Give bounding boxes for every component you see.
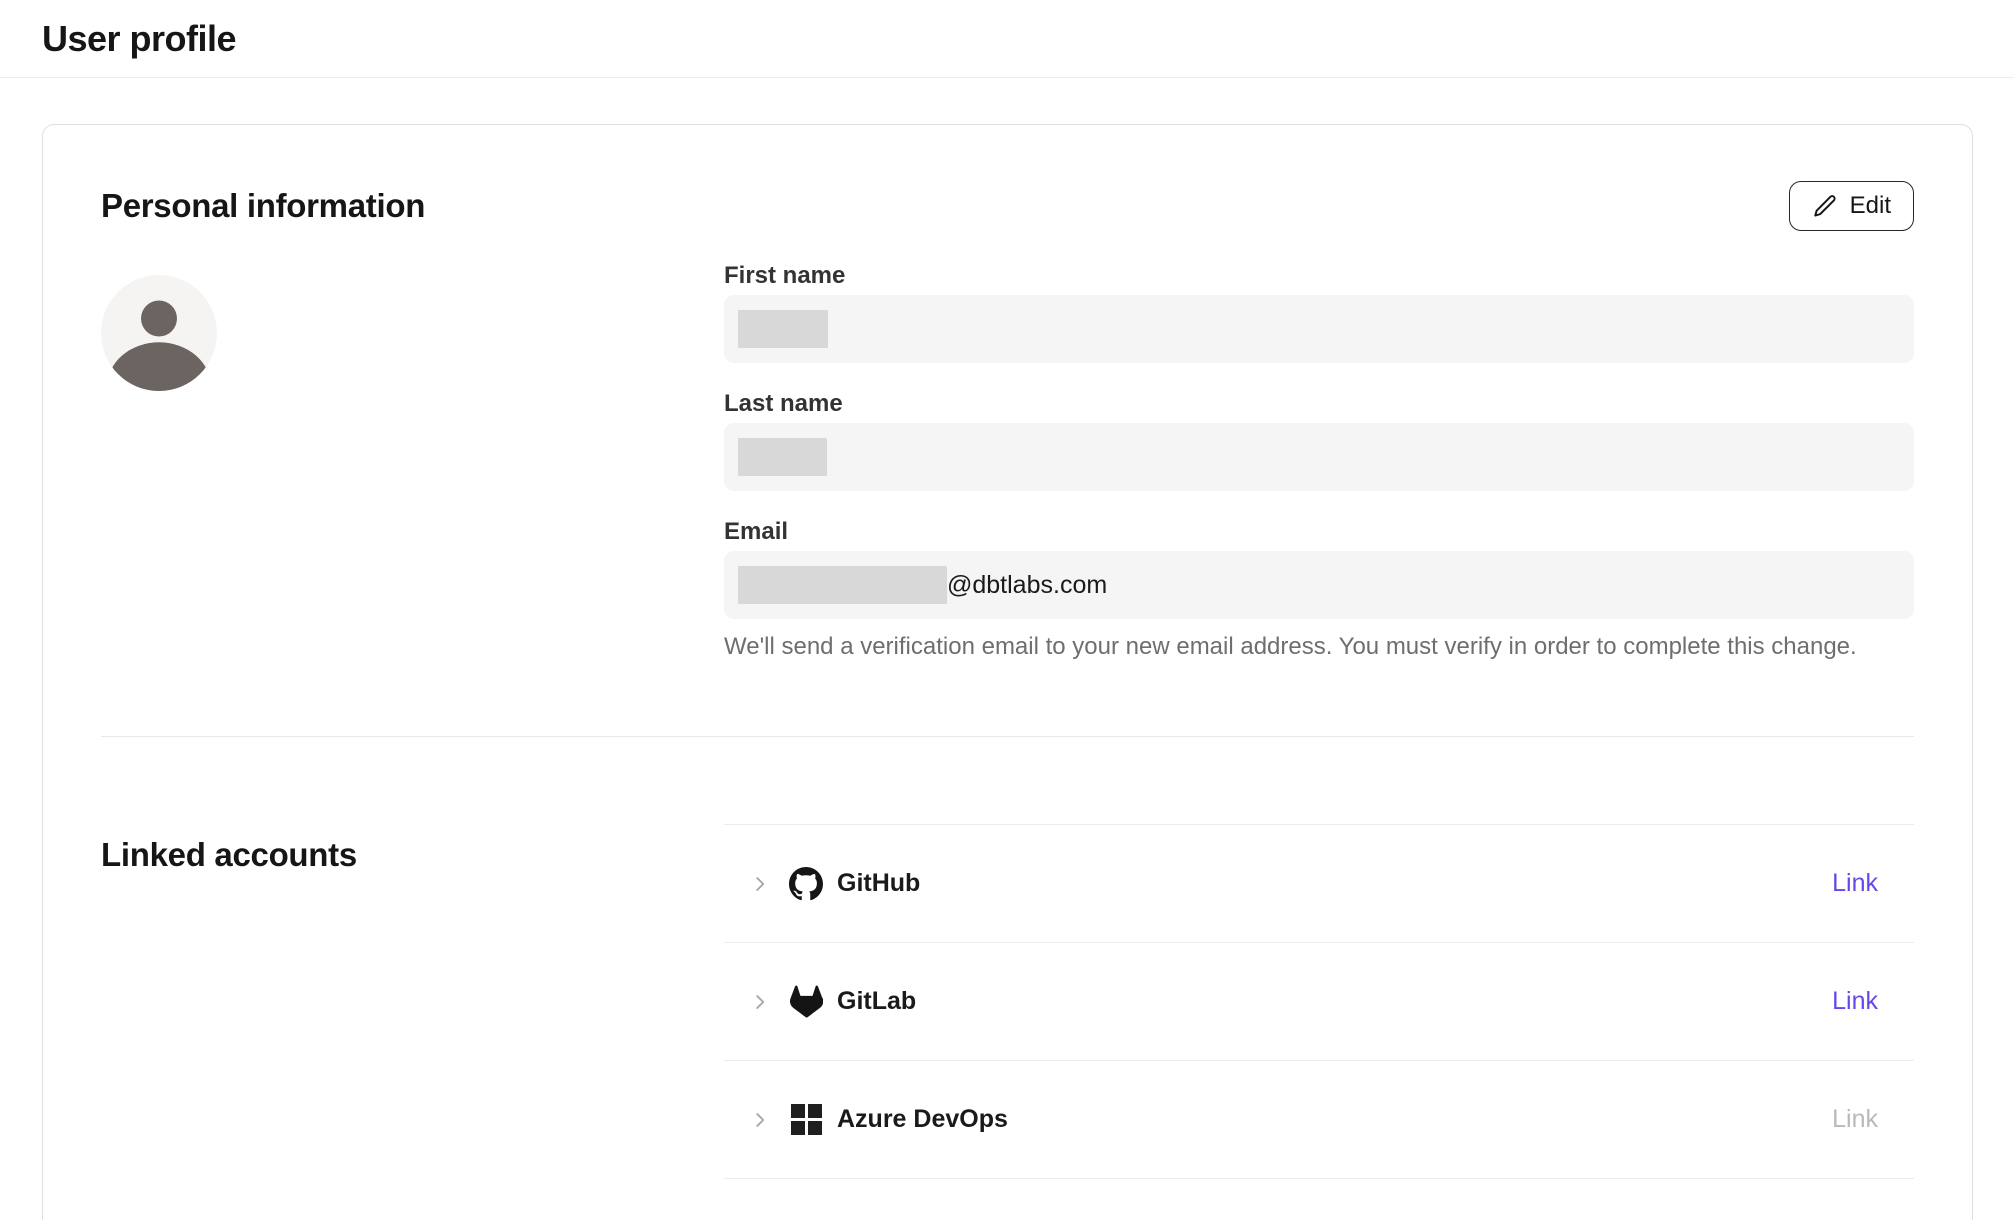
section-divider xyxy=(101,736,1914,737)
gitlab-link-action[interactable]: Link xyxy=(1832,987,1878,1016)
user-profile-card: Personal information Edit First name xyxy=(42,124,1973,1220)
email-verification-note: We'll send a verification email to your … xyxy=(724,633,1914,661)
linked-account-row-azure-devops: Azure DevOps Link xyxy=(724,1061,1914,1179)
first-name-redacted-value xyxy=(738,310,828,348)
email-label: Email xyxy=(724,519,1914,545)
edit-button-label: Edit xyxy=(1850,192,1891,220)
email-field: @dbtlabs.com xyxy=(724,551,1914,619)
page-header: User profile xyxy=(0,0,2014,78)
personal-info-body: First name Last name Email @dbtlabs.com … xyxy=(43,231,1972,661)
chevron-right-icon[interactable] xyxy=(749,991,771,1013)
avatar-placeholder-icon xyxy=(101,275,217,391)
personal-info-header: Personal information Edit xyxy=(43,125,1972,231)
linked-accounts-section: Linked accounts GitHub Link xyxy=(43,824,1972,1179)
chevron-right-icon[interactable] xyxy=(749,873,771,895)
linked-account-row-github: GitHub Link xyxy=(724,825,1914,943)
linked-account-row-gitlab: GitLab Link xyxy=(724,943,1914,1061)
edit-button[interactable]: Edit xyxy=(1789,181,1914,231)
linked-accounts-list: GitHub Link GitLab Link xyxy=(724,824,1914,1179)
first-name-field xyxy=(724,295,1914,363)
gitlab-icon xyxy=(789,985,823,1019)
avatar xyxy=(101,275,724,661)
personal-info-form: First name Last name Email @dbtlabs.com … xyxy=(724,263,1914,661)
last-name-field xyxy=(724,423,1914,491)
page-title: User profile xyxy=(42,18,236,60)
personal-info-heading: Personal information xyxy=(101,187,425,225)
azure-devops-icon xyxy=(789,1103,823,1137)
chevron-right-icon[interactable] xyxy=(749,1109,771,1131)
linked-accounts-heading: Linked accounts xyxy=(101,836,724,874)
provider-name: Azure DevOps xyxy=(837,1105,1008,1134)
provider-name: GitLab xyxy=(837,987,916,1016)
pencil-icon xyxy=(1812,193,1838,219)
azure-devops-link-action: Link xyxy=(1832,1105,1878,1134)
github-link-action[interactable]: Link xyxy=(1832,869,1878,898)
provider-name: GitHub xyxy=(837,869,920,898)
first-name-label: First name xyxy=(724,263,1914,289)
email-domain-suffix: @dbtlabs.com xyxy=(947,571,1107,600)
last-name-redacted-value xyxy=(738,438,827,476)
email-redacted-value xyxy=(738,566,947,604)
github-icon xyxy=(789,867,823,901)
last-name-label: Last name xyxy=(724,391,1914,417)
